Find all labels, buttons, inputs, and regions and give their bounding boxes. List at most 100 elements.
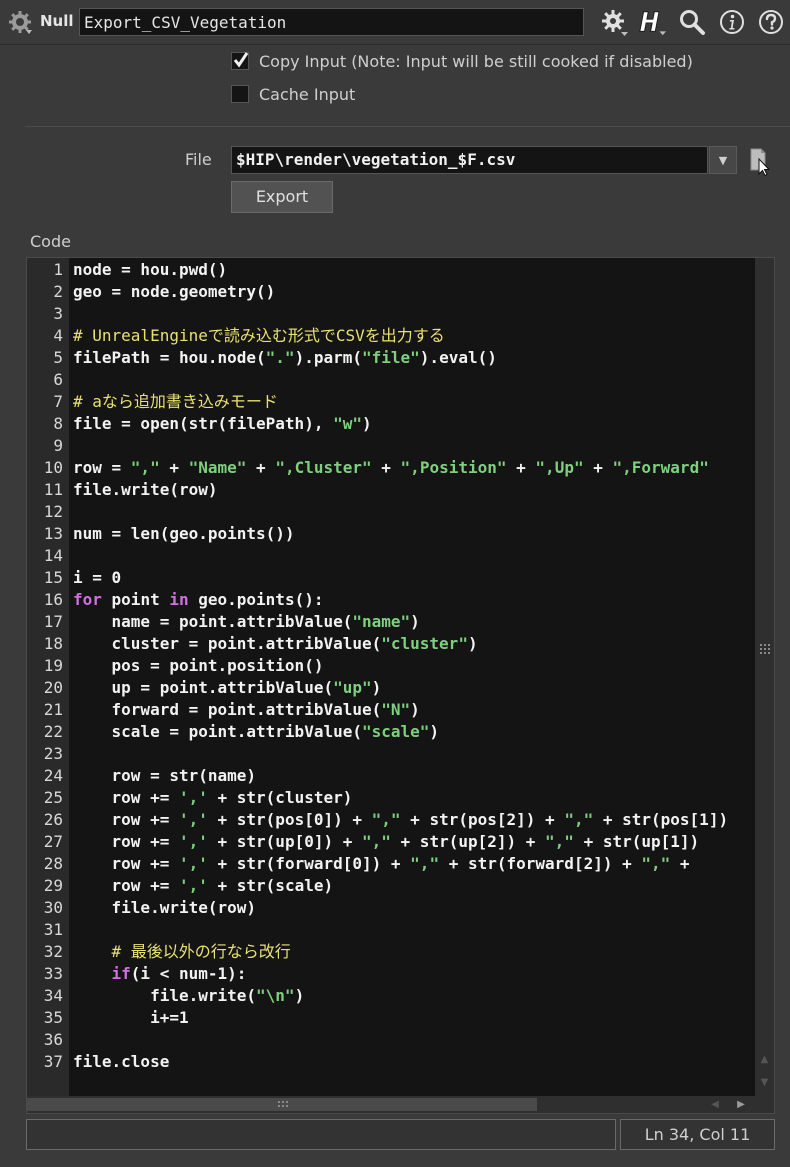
line-number: 14 xyxy=(43,546,63,565)
code-string: "," xyxy=(641,854,671,873)
code-string: "file" xyxy=(362,348,420,367)
code-token: pos = point.position() xyxy=(73,656,324,675)
code-comment: # UnrealEngineで読み込む形式でCSVを出力する xyxy=(73,326,445,345)
code-token: file = open(str(filePath), xyxy=(73,414,334,433)
code-line: cluster = point.attribValue("cluster") xyxy=(73,633,478,655)
code-string: "w" xyxy=(333,414,362,433)
code-string: "." xyxy=(265,348,295,367)
vertical-scrollbar[interactable]: ▲ ▼ xyxy=(755,258,774,1096)
code-string: "," xyxy=(362,832,391,851)
code-token: ).eval() xyxy=(419,348,497,367)
cache-input-checkbox[interactable] xyxy=(231,85,249,103)
code-comment: # 最後以外の行なら改行 xyxy=(73,942,291,961)
code-line: num = len(geo.points()) xyxy=(73,523,295,545)
code-string: "up" xyxy=(333,678,372,697)
export-button[interactable]: Export xyxy=(231,181,333,213)
code-token: + str(pos[1]) xyxy=(593,810,729,829)
copy-input-toggle[interactable]: Copy Input (Note: Input will be still co… xyxy=(231,50,693,72)
code-token: ) xyxy=(467,634,478,653)
code-token: ) xyxy=(410,700,420,719)
code-token: + str(scale) xyxy=(207,876,334,895)
code-editor[interactable]: 1 2 3 4 5 6 7 8 9 10 11 12 13 14 15 16 17 18 19 20 21 22 23 24 2… xyxy=(26,257,775,1114)
line-number: 25 xyxy=(43,788,63,807)
code-string: ',' xyxy=(178,832,208,851)
file-path-field[interactable]: $HIP\render\vegetation_$F.csv xyxy=(231,146,708,174)
file-dropdown-button[interactable]: ▼ xyxy=(709,146,737,174)
code-token: + str(pos[2]) + xyxy=(400,810,565,829)
checkmark-icon xyxy=(233,52,249,68)
code-line: file.write(row) xyxy=(73,479,218,501)
line-number: 9 xyxy=(53,436,63,455)
line-number: 24 xyxy=(43,766,63,785)
code-token: + str(up[0]) + xyxy=(207,832,362,851)
code-token: + xyxy=(159,458,189,477)
code-token: + xyxy=(506,458,536,477)
code-token: row += xyxy=(73,810,179,829)
copy-input-checkbox[interactable] xyxy=(231,52,249,70)
cache-input-label: Cache Input xyxy=(259,84,356,104)
question-icon[interactable] xyxy=(757,8,785,36)
line-number: 7 xyxy=(53,392,63,411)
code-string: ',' xyxy=(178,788,208,807)
code-line: scale = point.attribValue("scale") xyxy=(73,721,440,743)
scroll-down-icon[interactable]: ▼ xyxy=(755,1071,774,1093)
code-line: filePath = hou.node(".").parm("file").ev… xyxy=(73,347,497,369)
line-number: 5 xyxy=(53,348,63,367)
file-chooser-button[interactable] xyxy=(748,146,774,177)
node-type-label: Null xyxy=(40,12,74,30)
scroll-up-icon[interactable]: ▲ xyxy=(755,1048,774,1070)
code-line: forward = point.attribValue("N") xyxy=(73,699,420,721)
code-string: "," xyxy=(545,832,574,851)
line-number: 28 xyxy=(43,854,63,873)
code-keyword: in xyxy=(169,590,189,609)
code-token: ) xyxy=(410,612,420,631)
horizontal-scrollbar[interactable]: ◀ ▶ xyxy=(27,1096,774,1113)
code-line: file.write("\n") xyxy=(73,985,304,1007)
line-number: 35 xyxy=(43,1008,63,1027)
line-number: 19 xyxy=(43,656,63,675)
line-number: 36 xyxy=(43,1030,63,1049)
code-token: row = xyxy=(73,458,131,477)
code-line: row += ',' + str(pos[0]) + "," + str(pos… xyxy=(73,809,729,831)
cache-input-toggle[interactable]: Cache Input xyxy=(231,83,355,105)
code-token: + str(forward[2]) + xyxy=(439,854,642,873)
code-string: "Name" xyxy=(188,458,247,477)
code-token: row += xyxy=(73,788,179,807)
code-token: filePath = hou.node( xyxy=(73,348,266,367)
node-name-field[interactable]: Export_CSV_Vegetation xyxy=(79,8,584,36)
code-line: row += ',' + str(up[0]) + "," + str(up[2… xyxy=(73,831,700,853)
code-string: ',' xyxy=(178,876,208,895)
code-token: forward = point.attribValue( xyxy=(73,700,382,719)
code-line: for point in geo.points(): xyxy=(73,589,323,611)
code-token: i = 0 xyxy=(73,568,122,587)
line-number: 13 xyxy=(43,524,63,543)
line-number: 26 xyxy=(43,810,63,829)
code-text-area[interactable]: node = hou.pwd() geo = node.geometry() # U… xyxy=(69,258,755,1096)
line-number: 21 xyxy=(43,700,63,719)
node-gear-icon[interactable] xyxy=(8,10,32,34)
line-number: 34 xyxy=(43,986,63,1005)
help-h-icon[interactable] xyxy=(638,8,666,36)
gear-icon[interactable] xyxy=(600,8,628,36)
code-line: file.write(row) xyxy=(73,897,257,919)
code-line: name = point.attribValue("name") xyxy=(73,611,420,633)
code-line: row = "," + "Name" + ",Cluster" + ",Posi… xyxy=(73,457,709,479)
line-number: 33 xyxy=(43,964,63,983)
scroll-right-icon[interactable]: ▶ xyxy=(729,1096,753,1113)
line-number: 32 xyxy=(43,942,63,961)
search-icon[interactable] xyxy=(678,8,706,36)
line-number: 20 xyxy=(43,678,63,697)
code-token: + xyxy=(670,854,700,873)
line-number: 11 xyxy=(43,480,63,499)
scroll-left-icon[interactable]: ◀ xyxy=(703,1096,727,1113)
code-string: "\n" xyxy=(256,986,295,1005)
code-comment: # aなら追加書き込みモード xyxy=(73,392,278,411)
code-string: ",Cluster" xyxy=(275,458,372,477)
code-token: row = str(name) xyxy=(73,766,257,785)
horizontal-scroll-thumb[interactable] xyxy=(27,1098,537,1111)
code-line: # 最後以外の行なら改行 xyxy=(73,941,291,963)
line-number: 30 xyxy=(43,898,63,917)
info-icon[interactable] xyxy=(718,8,746,36)
line-number-gutter: 1 2 3 4 5 6 7 8 9 10 11 12 13 14 15 16 17 18 19 20 21 22 23 24 2… xyxy=(27,258,69,1096)
